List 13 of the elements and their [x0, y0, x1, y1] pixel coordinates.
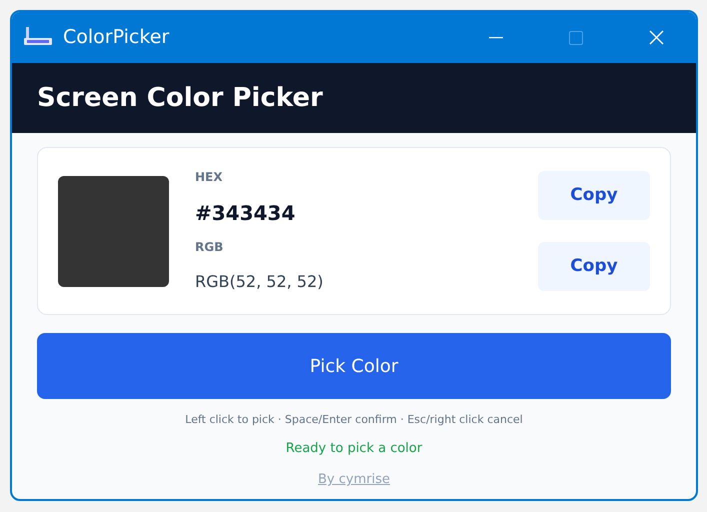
hex-value: #343434	[195, 200, 296, 227]
close-icon	[648, 30, 664, 45]
copy-button[interactable]: Copy	[538, 242, 650, 291]
minimize-icon	[489, 36, 503, 38]
rgb-label: RGB	[195, 239, 224, 256]
rgb-value: RGB(52, 52, 52)	[195, 271, 324, 293]
hint-text: Left click to pick · Space/Enter confirm · Esc/right click cancel	[184, 412, 524, 428]
pick-color-button[interactable]: Pick Color	[37, 333, 671, 399]
window-title: ColorPicker	[63, 25, 170, 50]
hex-label: HEX	[195, 169, 224, 186]
header-title: Screen Color Picker	[37, 82, 323, 114]
copy-button[interactable]: Copy	[538, 171, 650, 220]
status-text: Ready to pick a color	[284, 440, 424, 458]
